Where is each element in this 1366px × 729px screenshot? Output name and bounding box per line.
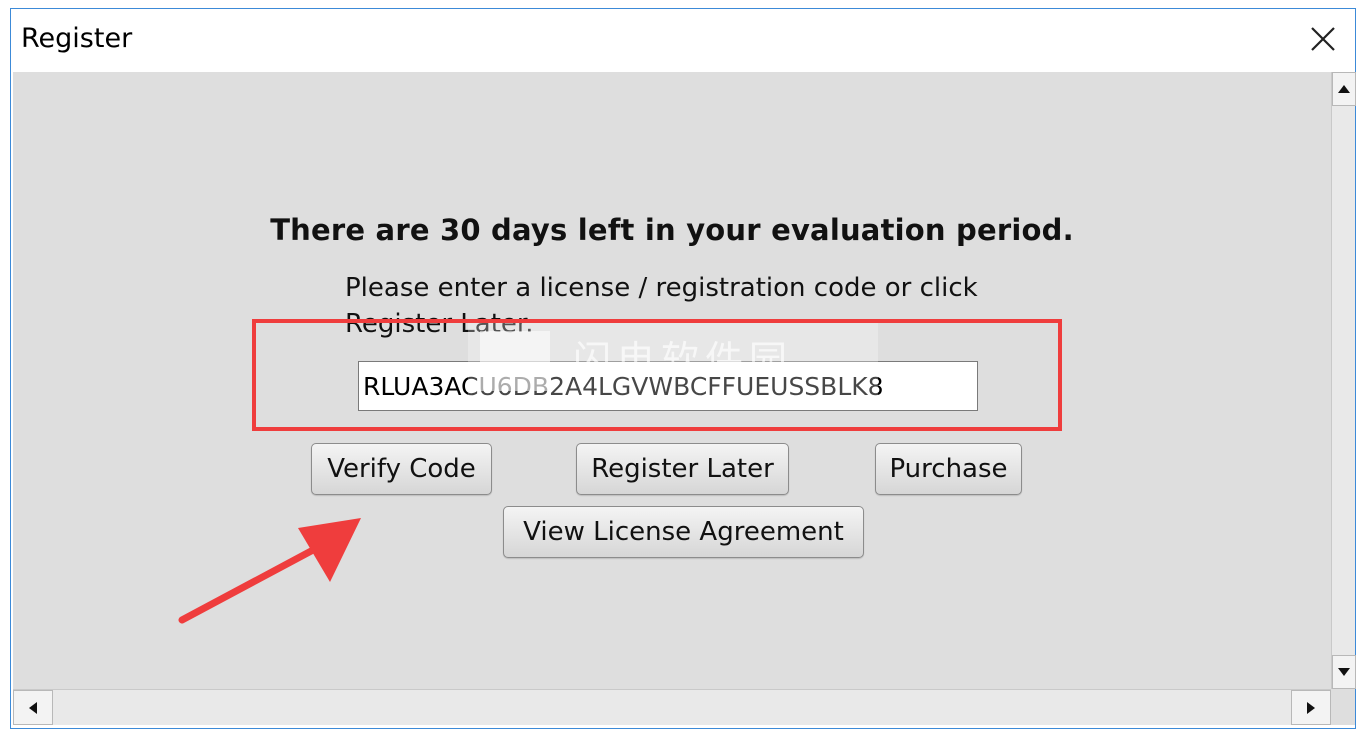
arrow-down-icon [1338,668,1350,676]
view-license-agreement-button[interactable]: View License Agreement [503,506,864,558]
arrow-left-icon [29,701,37,714]
evaluation-headline: There are 30 days left in your evaluatio… [270,213,1074,247]
dialog-content: There are 30 days left in your evaluatio… [13,72,1331,689]
scroll-down-button[interactable] [1332,655,1356,689]
arrow-up-icon [1338,85,1350,93]
register-window: Register There are 30 days left in your … [10,8,1356,729]
close-button[interactable] [1303,19,1343,59]
scrollbar-corner [1331,689,1355,725]
register-later-button[interactable]: Register Later [576,443,789,495]
license-code-input[interactable] [358,361,978,411]
horizontal-scrollbar[interactable] [13,689,1331,725]
scroll-right-button[interactable] [1291,690,1331,725]
purchase-button[interactable]: Purchase [875,443,1022,495]
arrow-right-icon [1307,701,1315,714]
scroll-up-button[interactable] [1332,72,1356,106]
title-bar: Register [11,9,1355,71]
vertical-scrollbar[interactable] [1331,72,1356,689]
registration-prompt: Please enter a license / registration co… [345,273,978,339]
window-title: Register [21,23,133,54]
close-icon [1311,27,1335,51]
scroll-left-button[interactable] [13,690,53,725]
red-arrow-icon [178,518,361,624]
verify-code-button[interactable]: Verify Code [311,443,492,495]
